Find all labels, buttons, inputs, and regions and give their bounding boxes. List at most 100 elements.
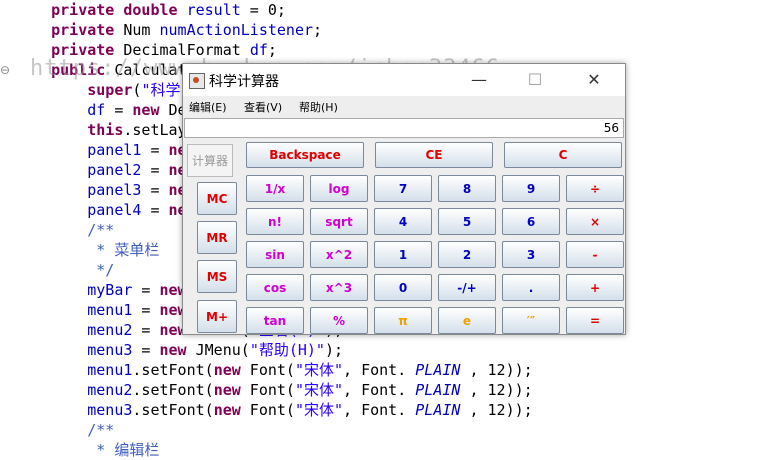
function-button[interactable]: CE — [375, 142, 493, 168]
calc-key[interactable]: n! — [246, 208, 304, 235]
code-token: PLAIN — [415, 381, 461, 399]
menu-edit[interactable]: 编辑(E) — [189, 99, 227, 115]
code-token: Font( — [240, 401, 295, 419]
code-token: = — [141, 201, 169, 219]
fold-marker-icon[interactable]: ⊖ — [0, 63, 10, 77]
code-token: = — [132, 301, 160, 319]
calc-key[interactable]: × — [566, 208, 624, 235]
code-token: = — [141, 141, 169, 159]
calc-key[interactable]: x^3 — [310, 274, 368, 301]
code-token: panel2 — [87, 161, 142, 179]
code-token: private double — [51, 1, 178, 19]
code-line: super("科学 — [15, 80, 180, 100]
memory-button[interactable]: MC — [197, 182, 237, 215]
title-bar[interactable]: 科学计算器 — ☐ ✕ — [183, 64, 625, 96]
calc-key[interactable]: ÷ — [566, 175, 624, 202]
code-token: panel1 — [87, 141, 142, 159]
code-token: , Font. — [343, 361, 416, 379]
result-display[interactable]: 56 — [184, 118, 624, 138]
calc-key[interactable]: 2 — [438, 241, 496, 268]
code-line: * 菜单栏 — [15, 240, 159, 260]
function-button[interactable]: Backspace — [246, 142, 364, 168]
code-token: Font( — [240, 361, 295, 379]
code-token: , Font. — [343, 401, 416, 419]
calc-key[interactable]: 8 — [438, 175, 496, 202]
calc-key[interactable]: 0 — [374, 274, 432, 301]
calc-key[interactable]: log — [310, 175, 368, 202]
calc-key[interactable]: 9 — [502, 175, 560, 202]
code-token: * 编辑栏 — [15, 441, 160, 459]
code-token: PLAIN — [415, 401, 461, 419]
code-token: menu2 — [87, 381, 133, 399]
code-token: ); — [324, 341, 344, 359]
close-button[interactable]: ✕ — [570, 64, 618, 96]
code-token: , 12)); — [460, 361, 533, 379]
menu-help[interactable]: 帮助(H) — [299, 99, 338, 115]
code-token: menu3 — [87, 401, 133, 419]
code-token: df — [87, 101, 106, 119]
calc-key[interactable]: % — [310, 307, 368, 334]
code-token: , 12)); — [460, 381, 533, 399]
maximize-button[interactable]: ☐ — [511, 64, 559, 96]
code-token: new — [213, 381, 241, 399]
menu-view[interactable]: 查看(V) — [244, 99, 282, 115]
memory-button[interactable]: MR — [197, 221, 237, 254]
calc-key[interactable]: tan — [246, 307, 304, 334]
calc-key[interactable]: . — [502, 274, 560, 301]
code-token: menu2 — [87, 321, 133, 339]
code-token: private — [51, 21, 115, 39]
code-token: = — [141, 181, 169, 199]
minimize-button[interactable]: — — [455, 64, 503, 96]
calc-key[interactable]: = — [566, 307, 624, 334]
calc-key[interactable]: - — [566, 241, 624, 268]
code-line: panel3 = ne — [15, 180, 186, 200]
calc-key[interactable]: x^2 — [310, 241, 368, 268]
calc-key[interactable]: 3 — [502, 241, 560, 268]
code-token: JMenu( — [186, 341, 250, 359]
calc-key[interactable]: π — [374, 307, 432, 334]
code-token: , Font. — [343, 381, 416, 399]
code-line: menu1.setFont(new Font("宋体", Font. PLAIN… — [15, 360, 533, 380]
calc-key[interactable]: 1/x — [246, 175, 304, 202]
memory-button[interactable]: MS — [197, 260, 237, 293]
app-icon — [189, 73, 205, 89]
calc-key[interactable]: sqrt — [310, 208, 368, 235]
code-line: menu3 = new JMenu("帮助(H)"); — [15, 340, 343, 360]
calc-key[interactable]: 1 — [374, 241, 432, 268]
code-token: .setFont( — [132, 361, 214, 379]
code-token: = — [105, 101, 133, 119]
calc-key[interactable]: 5 — [438, 208, 496, 235]
code-token: new — [213, 401, 241, 419]
code-token: = — [132, 281, 160, 299]
code-line: private double result = 0; — [15, 0, 286, 20]
calc-key[interactable]: e — [438, 307, 496, 334]
code-line: myBar = new — [15, 280, 186, 300]
function-button[interactable]: C — [504, 142, 622, 168]
code-token: "宋体" — [294, 381, 344, 399]
code-line: panel1 = ne — [15, 140, 186, 160]
calc-key[interactable]: sin — [246, 241, 304, 268]
calc-key[interactable]: ′″ — [502, 307, 560, 334]
calc-key[interactable]: 7 — [374, 175, 432, 202]
code-token: menu3 — [87, 341, 133, 359]
calc-key[interactable]: cos — [246, 274, 304, 301]
calc-key[interactable]: 6 — [502, 208, 560, 235]
calc-key[interactable]: + — [566, 274, 624, 301]
code-token: = 0; — [240, 1, 286, 19]
calc-key[interactable]: -/+ — [438, 274, 496, 301]
code-token: result — [186, 1, 241, 19]
calc-key[interactable]: 4 — [374, 208, 432, 235]
code-line: menu3.setFont(new Font("宋体", Font. PLAIN… — [15, 400, 532, 420]
code-line: /** — [15, 420, 114, 440]
code-line: panel4 = ne — [15, 200, 186, 220]
memory-button[interactable]: M+ — [197, 300, 237, 333]
